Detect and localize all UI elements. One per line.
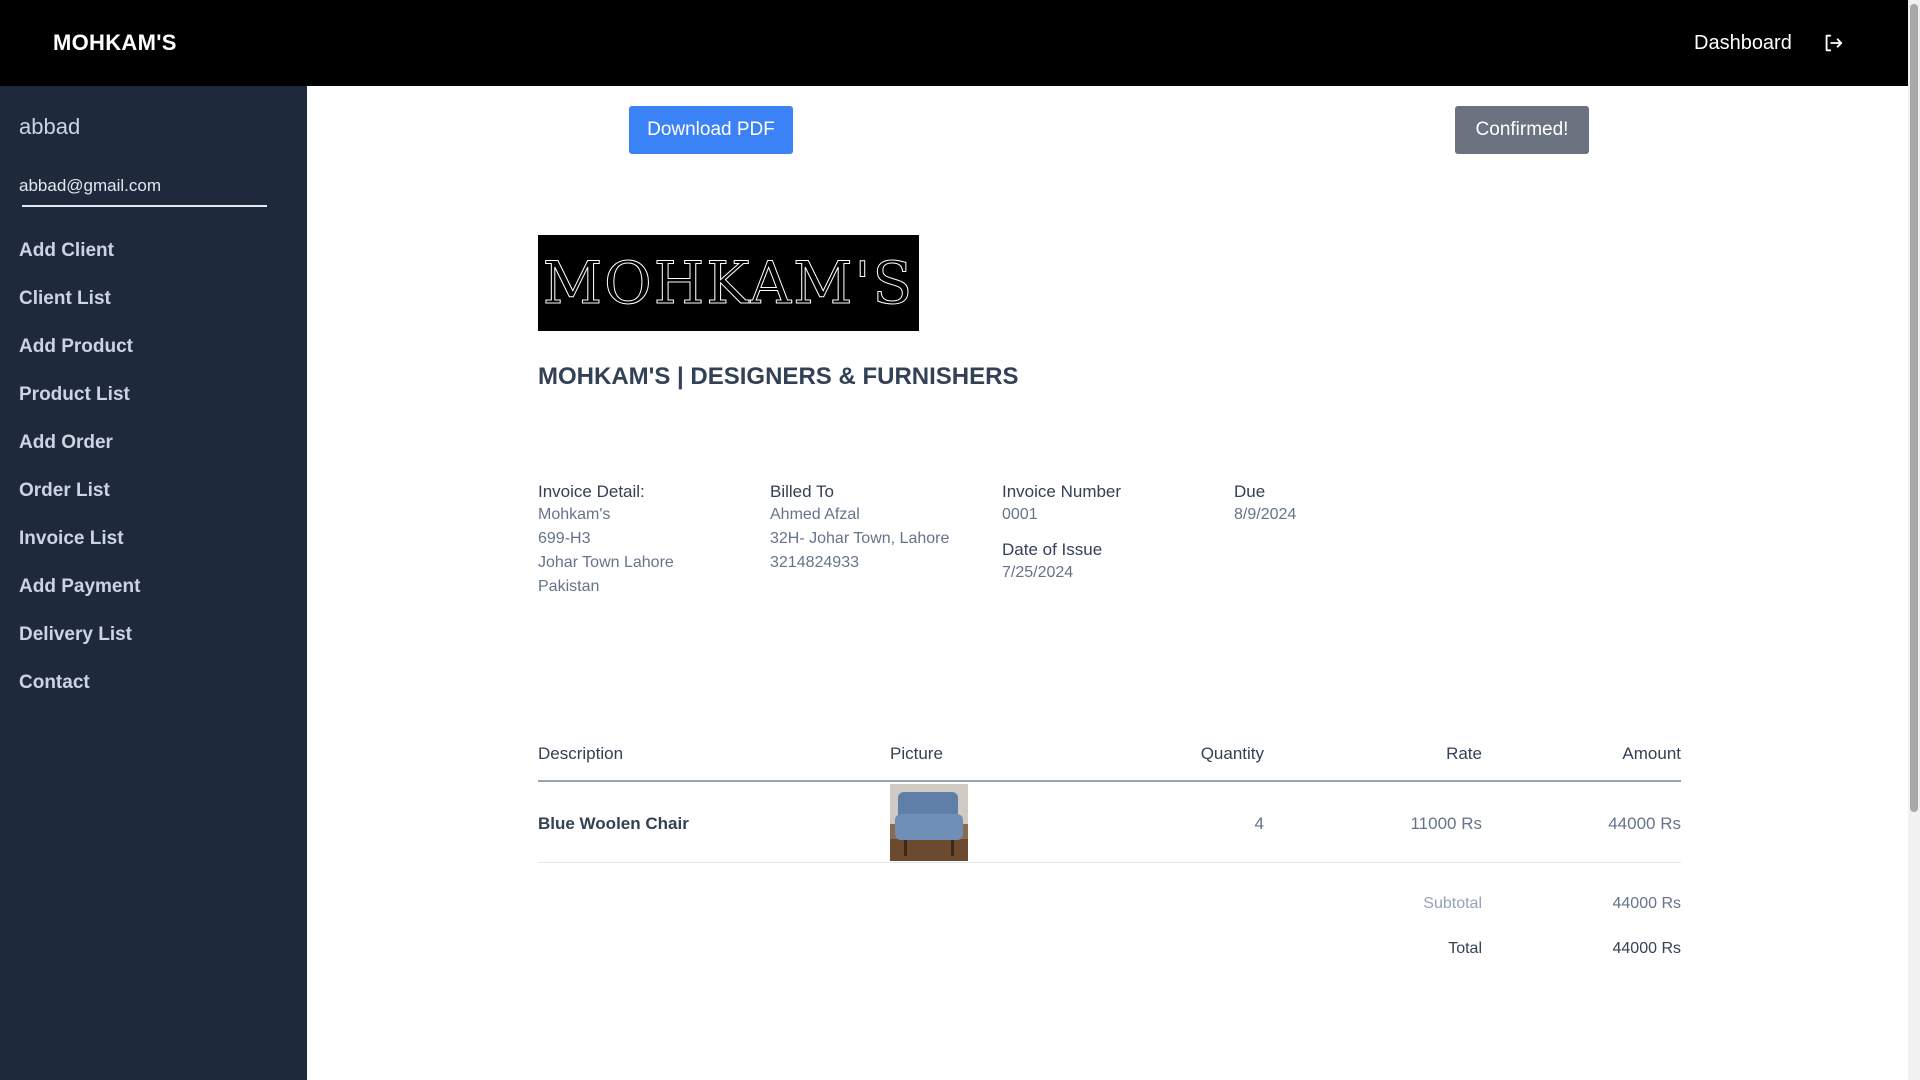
invoice-detail-line: Pakistan (538, 578, 600, 595)
billed-to-line: Ahmed Afzal (770, 506, 860, 523)
column-header-amount: Amount (1622, 744, 1681, 763)
company-title: MOHKAM'S | DESIGNERS & FURNISHERS (538, 363, 1019, 390)
sidebar-user-name: abbad (19, 114, 81, 139)
sidebar-item-order-list[interactable]: Order List (19, 480, 110, 502)
invoice-detail-block: Invoice Detail: Mohkam's 699-H3 Johar To… (538, 482, 674, 602)
sidebar-item-client-list[interactable]: Client List (19, 288, 111, 310)
company-logo-text: MOHKAM'S (542, 249, 915, 318)
invoice-detail-line: Mohkam's (538, 506, 611, 523)
table-header-divider (538, 780, 1681, 782)
item-quantity: 4 (1254, 814, 1264, 833)
column-header-description: Description (538, 744, 624, 763)
sidebar-item-delivery-list[interactable]: Delivery List (19, 624, 132, 646)
sidebar-item-add-client[interactable]: Add Client (19, 240, 114, 262)
due-date-block: Due 8/9/2024 (1234, 482, 1296, 530)
sidebar: abbad abbad@gmail.com Add Client Client … (0, 86, 307, 1080)
total-label: Total (1448, 940, 1482, 957)
due-value: 8/9/2024 (1234, 506, 1297, 523)
confirmed-status-button[interactable]: Confirmed! (1455, 106, 1589, 154)
invoice-number-block: Invoice Number 0001 Date of Issue 7/25/2… (1002, 482, 1121, 588)
billed-to-block: Billed To Ahmed Afzal 32H- Johar Town, L… (770, 482, 949, 578)
download-pdf-button[interactable]: Download PDF (629, 106, 793, 154)
billed-to-line: 32H- Johar Town, Lahore (770, 530, 950, 547)
column-header-rate: Rate (1446, 744, 1482, 763)
billed-to-line: 3214824933 (770, 554, 859, 571)
date-of-issue-value: 7/25/2024 (1002, 564, 1074, 581)
sidebar-item-add-payment[interactable]: Add Payment (19, 576, 140, 598)
sidebar-item-add-order[interactable]: Add Order (19, 432, 113, 454)
brand-logo[interactable]: MOHKAM'S (53, 30, 177, 56)
column-header-quantity: Quantity (1200, 744, 1264, 763)
item-description: Blue Woolen Chair (538, 814, 689, 833)
item-amount: 44000 Rs (1608, 814, 1681, 833)
top-navbar: MOHKAM'S Dashboard (0, 0, 1908, 86)
page-scrollbar-thumb[interactable] (1910, 4, 1918, 812)
logout-icon[interactable] (1822, 32, 1844, 54)
invoice-detail-label: Invoice Detail: (538, 482, 645, 501)
sidebar-item-invoice-list[interactable]: Invoice List (19, 528, 124, 550)
billed-to-label: Billed To (770, 482, 834, 501)
column-header-picture: Picture (890, 744, 943, 763)
subtotal-label: Subtotal (1423, 895, 1482, 912)
company-logo: MOHKAM'S (538, 235, 919, 331)
invoice-detail-line: Johar Town Lahore (538, 554, 674, 571)
subtotal-value: 44000 Rs (1612, 895, 1682, 912)
item-rate: 11000 Rs (1410, 814, 1482, 833)
due-label: Due (1234, 482, 1266, 501)
sidebar-item-contact[interactable]: Contact (19, 672, 90, 694)
date-of-issue-label: Date of Issue (1002, 540, 1103, 559)
product-picture[interactable] (890, 784, 968, 861)
sidebar-user-email: abbad@gmail.com (19, 176, 161, 195)
sidebar-divider (22, 205, 267, 207)
sidebar-item-add-product[interactable]: Add Product (19, 336, 133, 358)
invoice-number-value: 0001 (1002, 506, 1038, 523)
sidebar-item-product-list[interactable]: Product List (19, 384, 130, 406)
table-row-divider (538, 862, 1681, 863)
dashboard-link[interactable]: Dashboard (1694, 32, 1792, 55)
invoice-number-label: Invoice Number (1002, 482, 1122, 501)
invoice-detail-line: 699-H3 (538, 530, 591, 547)
total-value: 44000 Rs (1612, 940, 1682, 957)
